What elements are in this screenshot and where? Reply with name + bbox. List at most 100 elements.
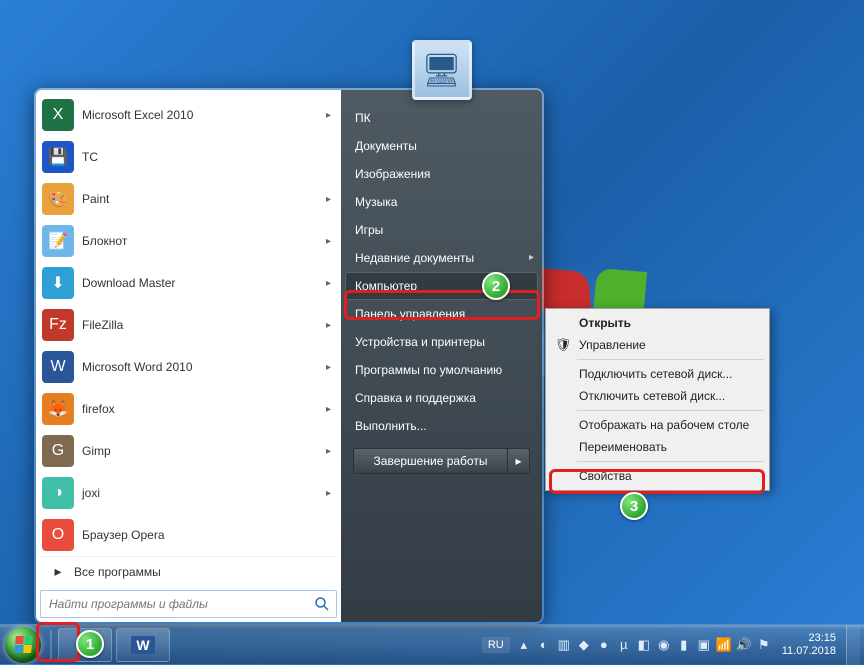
program-list: XMicrosoft Excel 2010▸💾TC🎨Paint▸📝Блокнот… <box>40 94 337 556</box>
arrow-right-icon: ▸ <box>42 563 74 580</box>
program-icon: G <box>42 435 74 467</box>
clock-time: 23:15 <box>782 632 836 645</box>
context-menu-separator <box>577 461 764 462</box>
tray-generic-icon[interactable]: ◆ <box>576 637 592 653</box>
tray-generic-icon[interactable]: ▮ <box>676 637 692 653</box>
program-icon: W <box>42 351 74 383</box>
start-menu-programs-panel: XMicrosoft Excel 2010▸💾TC🎨Paint▸📝Блокнот… <box>36 90 341 622</box>
program-item[interactable]: XMicrosoft Excel 2010▸ <box>40 94 337 136</box>
tray-generic-icon[interactable]: ◉ <box>656 637 672 653</box>
tray-utorrent-icon[interactable]: µ <box>616 637 632 653</box>
places-item[interactable]: Выполнить... <box>341 412 542 440</box>
all-programs-label: Все программы <box>74 565 161 579</box>
submenu-arrow-icon: ▸ <box>326 194 335 205</box>
shutdown-bar: Завершение работы ▸ <box>353 448 530 474</box>
program-label: FileZilla <box>82 318 326 332</box>
program-item[interactable]: 🦊 firefox▸ <box>40 388 337 430</box>
context-menu-item[interactable]: Управление🛡 <box>549 334 766 356</box>
shutdown-options-button[interactable]: ▸ <box>508 448 530 474</box>
program-icon: O <box>42 519 74 551</box>
tray-generic-icon[interactable]: ▥ <box>556 637 572 653</box>
program-item[interactable]: 🎨 Paint▸ <box>40 178 337 220</box>
program-item[interactable]: Fz FileZilla▸ <box>40 304 337 346</box>
system-tray: RU ▴ ◐ ▥ ◆ ● µ ◧ ◉ ▮ ▣ 📶 🔊 ⚑ 23:15 11.07… <box>482 625 864 665</box>
program-icon: 🦊 <box>42 393 74 425</box>
language-indicator[interactable]: RU <box>482 637 510 653</box>
places-item[interactable]: Музыка <box>341 188 542 216</box>
submenu-arrow-icon: ▸ <box>326 320 335 331</box>
tray-overflow-icon[interactable]: ▴ <box>516 637 532 653</box>
search-input[interactable] <box>41 591 308 617</box>
context-menu: ОткрытьУправление🛡 Подключить сетевой дис… <box>545 308 770 491</box>
tray-network-icon[interactable]: 📶 <box>716 637 732 653</box>
tray-icons: ▴ ◐ ▥ ◆ ● µ ◧ ◉ ▮ ▣ 📶 🔊 ⚑ <box>516 637 772 653</box>
tray-volume-icon[interactable]: 🔊 <box>736 637 752 653</box>
step-marker-1: 1 <box>76 630 104 658</box>
tray-generic-icon[interactable]: ● <box>596 637 612 653</box>
submenu-arrow-icon: ▸ <box>326 236 335 247</box>
start-menu-places-panel: 🖥 ПКДокументыИзображенияМузыкаИгрыНедавн… <box>341 90 542 622</box>
program-label: Download Master <box>82 276 326 290</box>
show-desktop-button[interactable] <box>846 625 860 665</box>
program-item[interactable]: WMicrosoft Word 2010▸ <box>40 346 337 388</box>
places-item[interactable]: Справка и поддержка <box>341 384 542 412</box>
program-icon: X <box>42 99 74 131</box>
program-label: Блокнот <box>82 234 326 248</box>
submenu-arrow-icon: ▸ <box>326 362 335 373</box>
tray-generic-icon[interactable]: ◐ <box>536 637 552 653</box>
windows-orb-icon <box>5 627 41 663</box>
submenu-arrow-icon: ▸ <box>326 488 335 499</box>
user-picture-icon[interactable]: 🖥 <box>412 40 472 100</box>
places-item[interactable]: Документы <box>341 132 542 160</box>
step-marker-3: 3 <box>620 492 648 520</box>
places-item[interactable]: ПК <box>341 104 542 132</box>
shutdown-button[interactable]: Завершение работы <box>353 448 508 474</box>
places-item[interactable]: Недавние документы▸ <box>341 244 542 272</box>
places-item[interactable]: Программы по умолчанию <box>341 356 542 384</box>
submenu-arrow-icon: ▸ <box>326 446 335 457</box>
taskbar-app-word[interactable]: W <box>116 628 170 662</box>
program-item[interactable]: G Gimp▸ <box>40 430 337 472</box>
program-item[interactable]: OБраузер Opera <box>40 514 337 556</box>
search-icon[interactable] <box>308 591 336 617</box>
start-menu: XMicrosoft Excel 2010▸💾TC🎨Paint▸📝Блокнот… <box>34 88 544 624</box>
all-programs-button[interactable]: ▸ Все программы <box>40 556 337 586</box>
taskbar: 📁 W RU ▴ ◐ ▥ ◆ ● µ ◧ ◉ ▮ ▣ 📶 🔊 ⚑ 23:15 1… <box>0 624 864 664</box>
context-menu-item[interactable]: Переименовать <box>549 436 766 458</box>
submenu-arrow-icon: ▸ <box>326 404 335 415</box>
clock[interactable]: 23:15 11.07.2018 <box>778 632 840 658</box>
start-button[interactable] <box>0 625 46 665</box>
clock-date: 11.07.2018 <box>782 645 836 658</box>
program-label: Paint <box>82 192 326 206</box>
context-menu-separator <box>577 359 764 360</box>
submenu-arrow-icon: ▸ <box>326 110 335 121</box>
program-item[interactable]: 💾TC <box>40 136 337 178</box>
program-label: firefox <box>82 402 326 416</box>
tray-generic-icon[interactable]: ▣ <box>696 637 712 653</box>
submenu-arrow-icon: ▸ <box>529 252 534 263</box>
places-item[interactable]: Устройства и принтеры <box>341 328 542 356</box>
program-label: Gimp <box>82 444 326 458</box>
program-icon: 🎨 <box>42 183 74 215</box>
program-icon: 📝 <box>42 225 74 257</box>
context-menu-item[interactable]: Отображать на рабочем столе <box>549 414 766 436</box>
program-label: TC <box>82 150 335 164</box>
program-icon: ⬇ <box>42 267 74 299</box>
program-item[interactable]: 📝 Блокнот▸ <box>40 220 337 262</box>
context-menu-item[interactable]: Открыть <box>549 312 766 334</box>
places-item[interactable]: Изображения <box>341 160 542 188</box>
places-item[interactable]: Игры <box>341 216 542 244</box>
tray-generic-icon[interactable]: ◧ <box>636 637 652 653</box>
context-menu-separator <box>577 410 764 411</box>
program-item[interactable]: ◑joxi▸ <box>40 472 337 514</box>
search-box <box>40 590 337 618</box>
program-icon: Fz <box>42 309 74 341</box>
program-icon: ◑ <box>42 477 74 509</box>
tray-action-center-icon[interactable]: ⚑ <box>756 637 772 653</box>
context-menu-item[interactable]: Свойства <box>549 465 766 487</box>
places-item[interactable]: Панель управления <box>341 300 542 328</box>
step-marker-2: 2 <box>482 272 510 300</box>
context-menu-item[interactable]: Отключить сетевой диск... <box>549 385 766 407</box>
program-item[interactable]: ⬇Download Master▸ <box>40 262 337 304</box>
context-menu-item[interactable]: Подключить сетевой диск... <box>549 363 766 385</box>
